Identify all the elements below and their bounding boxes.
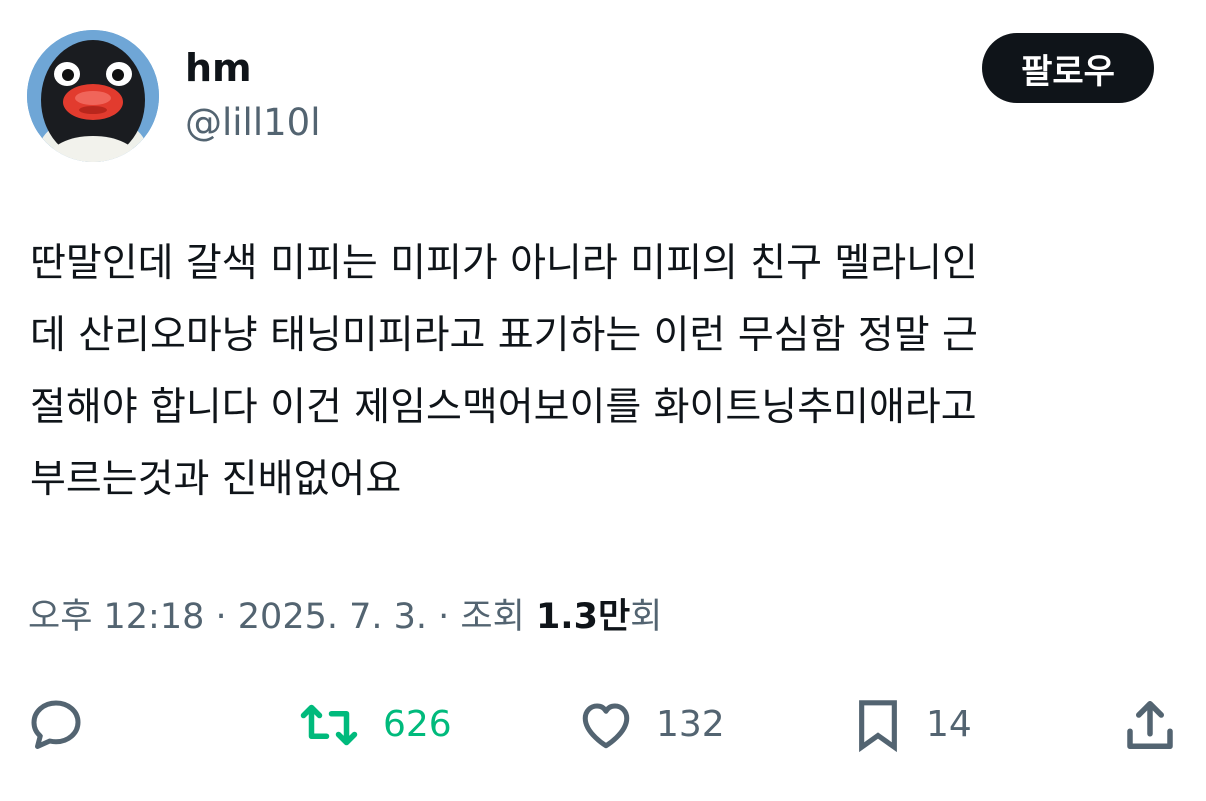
action-bar: 626 132 14 (0, 690, 1206, 760)
like-button[interactable]: 132 (576, 690, 725, 760)
tweet-text: 딴말인데 갈색 미피는 미피가 아니라 미피의 친구 멜라니인 데 산리오마냥 … (30, 241, 978, 502)
views-label: 조회 (460, 597, 536, 637)
user-handle[interactable]: @lill10l (185, 100, 320, 146)
share-icon (1127, 701, 1173, 749)
like-count: 132 (656, 704, 725, 745)
tweet-card: hm @lill10l 팔로우 딴말인데 갈색 미피는 미피가 아니라 미피의 … (0, 0, 1206, 801)
retweet-icon (300, 704, 358, 746)
tweet-date[interactable]: 2025. 7. 3. (238, 597, 427, 637)
avatar[interactable] (27, 30, 159, 162)
reply-button[interactable] (26, 690, 86, 760)
retweet-count: 626 (383, 704, 452, 745)
share-button[interactable] (1120, 690, 1180, 760)
follow-button[interactable]: 팔로우 (982, 33, 1154, 103)
retweet-button[interactable]: 626 (295, 690, 452, 760)
penguin-avatar-icon (27, 30, 159, 162)
reply-icon (31, 700, 81, 749)
display-name[interactable]: hm (185, 44, 252, 92)
bookmark-icon (859, 700, 897, 753)
tweet-time[interactable]: 오후 12:18 (28, 597, 204, 637)
views-count: 1.3만 (535, 597, 631, 637)
meta-separator: · (427, 597, 461, 637)
views-suffix: 회 (630, 597, 663, 637)
heart-icon (582, 703, 630, 749)
tweet-meta: 오후 12:18 · 2025. 7. 3. · 조회 1.3만회 (28, 595, 662, 639)
bookmark-button[interactable]: 14 (850, 690, 972, 760)
meta-separator: · (204, 597, 238, 637)
bookmark-count: 14 (926, 704, 972, 745)
